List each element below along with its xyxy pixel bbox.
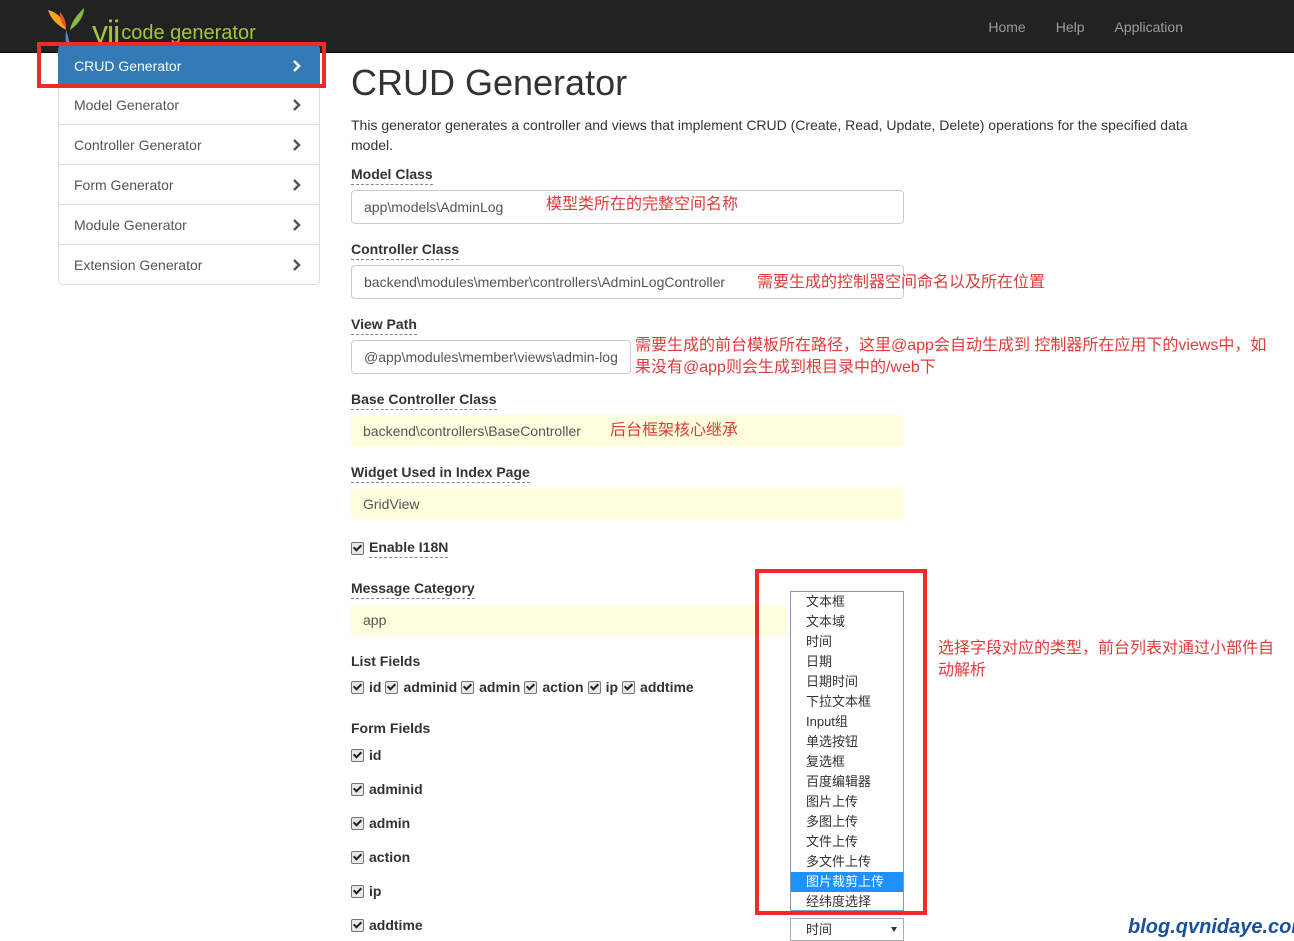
base-controller-label: Base Controller Class xyxy=(351,391,497,410)
sidebar-item-controller-generator[interactable]: Controller Generator xyxy=(58,125,320,165)
checkbox-icon[interactable] xyxy=(385,680,399,694)
checkbox-icon[interactable] xyxy=(351,542,364,555)
view-path-note-line1: 需要生成的前台模板所在路径，这里@app会自动生成到 控制器所在应用下的view… xyxy=(635,337,1267,354)
checkbox-icon[interactable] xyxy=(351,918,364,932)
model-class-label: Model Class xyxy=(351,166,433,185)
base-controller-note: 后台框架核心继承 xyxy=(610,422,739,439)
controller-class-note: 需要生成的控制器空间命名以及所在位置 xyxy=(757,274,1046,291)
checkbox-icon[interactable] xyxy=(351,748,364,762)
checkbox-icon[interactable] xyxy=(461,680,475,694)
sidebar-item-model-generator[interactable]: Model Generator xyxy=(58,85,320,125)
list-field-action[interactable]: action xyxy=(524,679,584,695)
chevron-right-icon xyxy=(293,99,301,111)
list-field-ip[interactable]: ip xyxy=(587,679,618,695)
field-type-select[interactable]: 时间 xyxy=(790,918,904,941)
page-description: This generator generates a controller an… xyxy=(351,117,1188,153)
sidebar-item-extension-generator[interactable]: Extension Generator xyxy=(58,245,320,285)
nav-links: Home Help Application xyxy=(973,0,1198,52)
nav-help-link[interactable]: Help xyxy=(1041,0,1100,52)
dropdown-note-line2: 动解析 xyxy=(938,662,987,679)
view-path-label: View Path xyxy=(351,316,417,335)
list-field-id[interactable]: id xyxy=(351,679,381,695)
checkbox-icon[interactable] xyxy=(351,782,364,796)
chevron-right-icon xyxy=(293,219,301,231)
checkbox-icon[interactable] xyxy=(622,680,636,694)
form-field-ip[interactable]: ip xyxy=(351,883,381,899)
nav-application-link[interactable]: Application xyxy=(1100,0,1199,52)
list-fields-label: List Fields xyxy=(351,653,421,669)
form-field-action[interactable]: action xyxy=(351,849,410,865)
enable-i18n-checkbox[interactable]: Enable I18N xyxy=(351,539,449,558)
dropdown-note-line1: 选择字段对应的类型，前台列表对通过小部件自 xyxy=(938,640,1275,657)
checkbox-icon[interactable] xyxy=(351,850,364,864)
page-title: CRUD Generator xyxy=(351,62,628,103)
form-field-adminid[interactable]: adminid xyxy=(351,781,423,797)
nav-home-link[interactable]: Home xyxy=(973,0,1040,52)
list-fields-group: id adminid admin action ip addtime xyxy=(351,679,698,695)
chevron-right-icon xyxy=(293,139,301,151)
view-path-input[interactable]: @app\modules\member\views\admin-log xyxy=(351,340,631,374)
checkbox-icon[interactable] xyxy=(587,680,601,694)
list-field-addtime[interactable]: addtime xyxy=(622,679,694,695)
sidebar-item-form-generator[interactable]: Form Generator xyxy=(58,165,320,205)
model-class-note: 模型类所在的完整空间名称 xyxy=(546,196,739,213)
list-field-adminid[interactable]: adminid xyxy=(385,679,457,695)
sidebar-item-module-generator[interactable]: Module Generator xyxy=(58,205,320,245)
message-category-label: Message Category xyxy=(351,580,475,599)
form-fields-label: Form Fields xyxy=(351,720,431,736)
watermark-text: blog.qvnidaye.com xyxy=(1128,916,1294,938)
chevron-right-icon xyxy=(293,259,301,271)
form-field-id[interactable]: id xyxy=(351,747,381,763)
controller-class-label: Controller Class xyxy=(351,241,460,260)
list-field-admin[interactable]: admin xyxy=(461,679,520,695)
highlight-box-crud xyxy=(37,42,326,88)
chevron-right-icon xyxy=(293,179,301,191)
form-field-addtime[interactable]: addtime xyxy=(351,917,423,933)
checkbox-icon[interactable] xyxy=(351,884,364,898)
caret-down-icon xyxy=(891,927,897,932)
checkbox-icon[interactable] xyxy=(351,680,364,694)
highlight-box-dropdown xyxy=(755,569,927,915)
widget-input[interactable]: GridView xyxy=(351,488,904,520)
checkbox-icon[interactable] xyxy=(351,816,364,830)
message-category-input[interactable]: app xyxy=(351,605,787,636)
form-field-admin[interactable]: admin xyxy=(351,815,410,831)
checkbox-icon[interactable] xyxy=(524,680,538,694)
widget-label: Widget Used in Index Page xyxy=(351,464,530,483)
view-path-note-line2: 果没有@app则会生成到根目录中的/web下 xyxy=(635,359,936,376)
